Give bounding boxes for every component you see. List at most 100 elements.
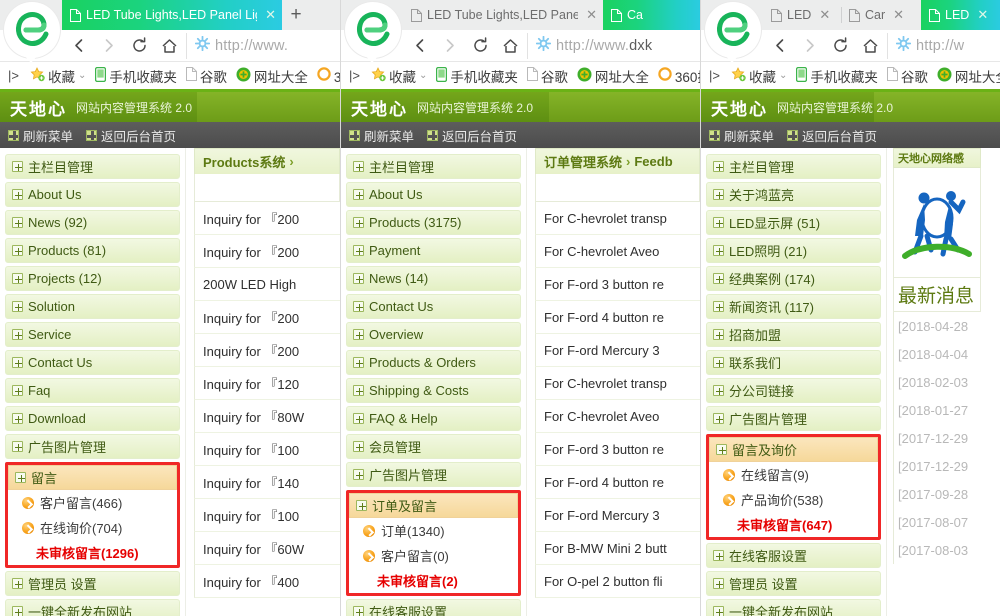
back-button[interactable] — [405, 31, 435, 61]
back-to-home-button[interactable]: 返回后台首页 — [427, 126, 517, 145]
plus-icon[interactable] — [12, 413, 23, 424]
home-icon[interactable] — [855, 31, 885, 61]
home-icon[interactable] — [495, 31, 525, 61]
table-row[interactable]: For F-ord Mercury 3 — [535, 499, 700, 532]
table-row[interactable]: For F-ord Mercury 3 — [535, 334, 700, 367]
address-bar-2[interactable]: http://www.dxk — [527, 33, 700, 59]
back-button[interactable] — [64, 31, 94, 61]
plus-icon[interactable] — [353, 469, 364, 480]
reload-icon[interactable] — [465, 31, 495, 61]
chevron-down-icon[interactable]: ⌄ — [779, 70, 787, 81]
close-icon[interactable]: ✕ — [265, 7, 276, 23]
plus-icon[interactable] — [12, 329, 23, 340]
sidebar-menu-item[interactable]: News (92) — [5, 210, 180, 235]
chevron-down-icon[interactable]: ⌄ — [78, 70, 86, 81]
sidebar-menu-item[interactable]: LED照明 (21) — [706, 238, 881, 263]
plus-icon[interactable] — [353, 161, 364, 172]
address-bar-1[interactable]: http://www. — [186, 33, 340, 59]
highlighted-menu-group[interactable]: 订单及留言订单(1340)客户留言(0)未审核留言(2) — [346, 490, 521, 596]
plus-icon[interactable] — [12, 578, 23, 589]
sidebar-menu-item[interactable]: 关于鸿蓝亮 — [706, 182, 881, 207]
sidebar-menu-item[interactable]: Shipping & Costs — [346, 378, 521, 403]
tab-2-2[interactable]: Ca — [603, 0, 700, 30]
bookmark-mobile-favorites[interactable]: 手机收藏夹 — [436, 66, 518, 86]
plus-icon[interactable] — [12, 385, 23, 396]
bookmark-360-search[interactable]: 360搜 — [658, 66, 700, 86]
sidebar-menu-item[interactable]: Payment — [346, 238, 521, 263]
plus-icon[interactable] — [716, 444, 727, 455]
table-row[interactable]: For O-pel 2 button fli — [535, 565, 700, 598]
plus-icon[interactable] — [713, 413, 724, 424]
plus-icon[interactable] — [713, 550, 724, 561]
tab-3-3[interactable]: LED ✕ — [921, 0, 1000, 30]
sidebar-sub-item[interactable]: 客户留言(466) — [8, 490, 177, 515]
news-item[interactable]: [2018-01-27 — [893, 396, 981, 424]
news-item[interactable]: [2018-04-28 — [893, 312, 981, 340]
table-row[interactable]: Inquiry for 『100 — [194, 433, 340, 466]
sidebar-menu-item[interactable]: Faq — [5, 378, 180, 403]
refresh-menu-button[interactable]: 刷新菜单 — [349, 126, 414, 145]
sidebar-menu-item[interactable]: 一键全新发布网站 — [706, 599, 881, 616]
sidebar-menu-item[interactable]: 订单及留言 — [349, 493, 518, 518]
sidebar-menu-item[interactable]: 广告图片管理 — [706, 406, 881, 431]
sidebar-menu-item[interactable]: News (14) — [346, 266, 521, 291]
sidebar-menu-item[interactable]: 管理员 设置 — [5, 571, 180, 596]
tab-1-1[interactable]: LED Tube Lights,LED Panel Lig ✕ — [62, 0, 282, 30]
tab-2-1[interactable]: LED Tube Lights,LED Panel Lig ✕ — [403, 0, 603, 30]
plus-icon[interactable] — [353, 329, 364, 340]
plus-icon[interactable] — [713, 578, 724, 589]
sidebar-sub-item[interactable]: 在线留言(9) — [709, 462, 878, 487]
plus-icon[interactable] — [353, 217, 364, 228]
sidebar-menu-item[interactable]: 一键全新发布网站 — [5, 599, 180, 616]
bookmark-360-search[interactable]: 360搜 — [317, 66, 340, 86]
sidebar-menu-item[interactable]: 联系我们 — [706, 350, 881, 375]
home-icon[interactable] — [154, 31, 184, 61]
bookmark-hao123[interactable]: 网址大全 — [937, 66, 1000, 86]
plus-icon[interactable] — [713, 301, 724, 312]
bookmarks-expand-icon[interactable]: |> — [347, 68, 362, 83]
sidebar-sub-item[interactable]: 订单(1340) — [349, 518, 518, 543]
plus-icon[interactable] — [713, 245, 724, 256]
table-row[interactable]: Inquiry for 『200 — [194, 202, 340, 235]
bookmark-hao123[interactable]: 网址大全 — [236, 66, 308, 86]
plus-icon[interactable] — [15, 472, 26, 483]
bookmark-favorites[interactable]: 收藏 ⌄ — [30, 66, 86, 86]
sidebar-sub-item[interactable]: 客户留言(0) — [349, 543, 518, 568]
plus-icon[interactable] — [353, 301, 364, 312]
forward-button[interactable] — [795, 31, 825, 61]
sidebar-menu-item[interactable]: About Us — [5, 182, 180, 207]
sidebar-menu-item[interactable]: Projects (12) — [5, 266, 180, 291]
sidebar-menu-item[interactable]: About Us — [346, 182, 521, 207]
sidebar-menu-item[interactable]: FAQ & Help — [346, 406, 521, 431]
news-item[interactable]: [2017-08-03 — [893, 536, 981, 564]
bookmark-google[interactable]: 谷歌 — [527, 66, 568, 86]
sidebar-menu-item[interactable]: 经典案例 (174) — [706, 266, 881, 291]
bookmark-google[interactable]: 谷歌 — [186, 66, 227, 86]
news-item[interactable]: [2017-08-07 — [893, 508, 981, 536]
bookmark-mobile-favorites[interactable]: 手机收藏夹 — [95, 66, 177, 86]
sidebar-alert-item[interactable]: 未审核留言(1296) — [8, 540, 177, 565]
table-row[interactable]: Inquiry for 『100 — [194, 499, 340, 532]
sidebar-menu-item[interactable]: Service — [5, 322, 180, 347]
close-icon[interactable]: ✕ — [893, 7, 904, 23]
plus-icon[interactable] — [713, 385, 724, 396]
plus-icon[interactable] — [12, 245, 23, 256]
table-row[interactable]: Inquiry for 『80W — [194, 400, 340, 433]
sidebar-menu-item[interactable]: Contact Us — [346, 294, 521, 319]
sidebar-menu-item[interactable]: Solution — [5, 294, 180, 319]
plus-icon[interactable] — [713, 161, 724, 172]
bookmark-mobile-favorites[interactable]: 手机收藏夹 — [796, 66, 878, 86]
bookmark-google[interactable]: 谷歌 — [887, 66, 928, 86]
table-row[interactable]: Inquiry for 『140 — [194, 466, 340, 499]
chevron-down-icon[interactable]: ⌄ — [419, 70, 427, 81]
sidebar-alert-item[interactable]: 未审核留言(647) — [709, 512, 878, 537]
table-row[interactable]: For F-ord 3 button re — [535, 433, 700, 466]
address-bar-3[interactable]: http://w — [887, 33, 1000, 59]
news-item[interactable]: [2018-02-03 — [893, 368, 981, 396]
sidebar-menu-item[interactable]: 招商加盟 — [706, 322, 881, 347]
sidebar-menu-item[interactable]: Products (81) — [5, 238, 180, 263]
table-row[interactable]: Inquiry for 『60W — [194, 532, 340, 565]
bookmark-hao123[interactable]: 网址大全 — [577, 66, 649, 86]
back-to-home-button[interactable]: 返回后台首页 — [86, 126, 176, 145]
sidebar-menu-item[interactable]: 留言 — [8, 465, 177, 490]
